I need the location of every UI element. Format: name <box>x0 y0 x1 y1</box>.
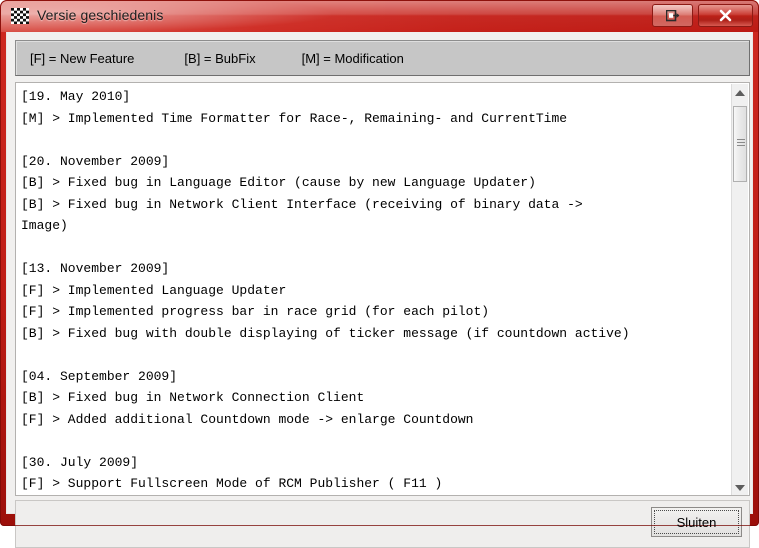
close-icon <box>699 5 752 26</box>
history-line: [B] > Fixed bug in Network Client Interf… <box>21 196 583 212</box>
scrollbar-grip-icon <box>737 139 745 147</box>
title-bar[interactable]: Versie geschiedenis <box>1 1 758 32</box>
version-history-text: [19. May 2010] [M] > Implemented Time For… <box>21 86 726 496</box>
history-line: [13. November 2009] <box>21 261 170 276</box>
history-line: [F] > Support Fullscreen Mode of RCM Pub… <box>21 476 443 491</box>
window-title: Versie geschiedenis <box>37 7 164 23</box>
vertical-scrollbar[interactable] <box>731 84 748 495</box>
history-line: [B] > Fixed bug in Language Editor (caus… <box>21 175 536 190</box>
checkered-flag-icon <box>11 7 30 26</box>
scrollbar-thumb[interactable] <box>733 106 747 182</box>
history-line: [B] > Fixed bug with double displaying o… <box>21 325 630 341</box>
history-line: [M] > Implemented Time Formatter for Rac… <box>21 110 568 126</box>
history-line <box>21 129 726 151</box>
close-dialog-button-label: Sluiten <box>676 514 717 530</box>
history-line <box>21 430 726 452</box>
history-line: [30. July 2009] <box>21 454 139 470</box>
legend-feature: [F] = New Feature <box>30 50 135 66</box>
restore-window-button[interactable] <box>652 4 693 27</box>
version-history-textarea[interactable]: [19. May 2010] [M] > Implemented Time For… <box>15 82 750 496</box>
history-line <box>21 344 726 366</box>
scroll-up-button[interactable] <box>732 84 748 101</box>
history-line <box>21 237 726 259</box>
legend-bugfix: [B] = BubFix <box>184 50 256 66</box>
version-history-window: Versie geschiedenis [F] = New Feature [B… <box>0 0 759 548</box>
restore-window-icon <box>653 5 692 26</box>
history-line: [20. November 2009] <box>21 153 170 169</box>
window-client-area: [F] = New Feature [B] = BubFix [M] = Mod… <box>6 32 753 548</box>
triangle-up-icon <box>735 89 745 96</box>
history-line: [04. September 2009] <box>21 368 178 384</box>
history-line: [F] > Implemented configuration to activ… <box>21 495 726 496</box>
close-dialog-button[interactable]: Sluiten <box>651 507 742 537</box>
history-line: [B] > Fixed bug in Network Connection Cl… <box>21 390 365 405</box>
legend-modification: [M] = Modification <box>301 50 404 66</box>
legend-panel: [F] = New Feature [B] = BubFix [M] = Mod… <box>15 40 750 76</box>
footer-bar: Sluiten <box>15 500 750 548</box>
history-line: [F] > Added additional Countdown mode ->… <box>21 411 474 427</box>
triangle-down-icon <box>735 484 745 491</box>
history-line: [19. May 2010] <box>21 89 131 104</box>
scroll-down-button[interactable] <box>732 479 748 495</box>
history-line: [F] > Implemented Language Updater <box>21 282 287 298</box>
close-window-button[interactable] <box>698 4 753 27</box>
history-line: [F] > Implemented progress bar in race g… <box>21 304 490 319</box>
history-line: Image) <box>21 218 68 233</box>
